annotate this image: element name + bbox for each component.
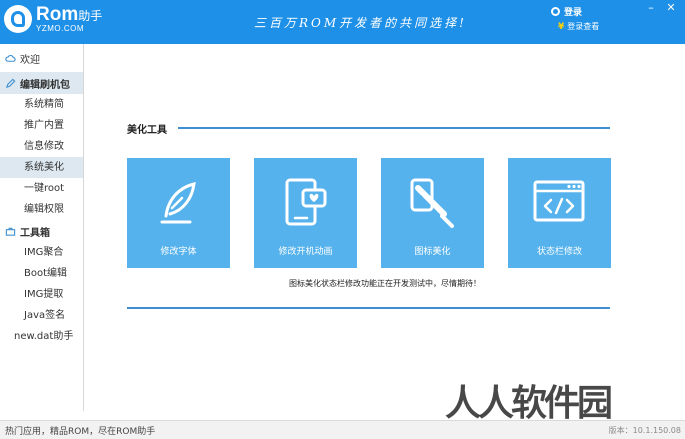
logo-icon <box>4 5 32 33</box>
user-icon <box>551 7 560 16</box>
bottom-divider <box>127 307 610 309</box>
sidebar-item-img-extract[interactable]: IMG提取 <box>0 284 83 305</box>
sidebar-group-edit[interactable]: 编辑刷机包 <box>0 72 83 94</box>
sidebar-item-beautify[interactable]: 系统美化 <box>0 157 83 178</box>
sidebar-item-boot-edit[interactable]: Boot编辑 <box>0 263 83 284</box>
app-logo: Rom助手 YZMO.COM <box>4 5 102 33</box>
toolbox-icon <box>5 227 16 236</box>
tile-icon-beautify[interactable]: 图标美化 <box>381 158 484 268</box>
sidebar-item-java-sign[interactable]: Java签名 <box>0 305 83 326</box>
section-divider <box>178 127 610 129</box>
tile-statusbar-label: 状态栏修改 <box>536 247 582 257</box>
tile-boot-animation-label: 修改开机动画 <box>278 247 333 257</box>
sidebar-item-info[interactable]: 信息修改 <box>0 136 83 157</box>
sidebar-item-permissions[interactable]: 编辑权限 <box>0 199 83 220</box>
tile-statusbar[interactable]: 状态栏修改 <box>508 158 611 268</box>
tile-font-label: 修改字体 <box>160 247 197 257</box>
sidebar-item-newdat[interactable]: new.dat助手 <box>0 326 83 347</box>
sidebar-item-welcome[interactable]: 欢迎 <box>0 44 83 72</box>
feather-icon <box>160 182 196 224</box>
cloud-icon <box>5 54 16 62</box>
sidebar-welcome-label: 欢迎 <box>20 54 40 66</box>
watermark: 人人软件园 <box>445 383 613 424</box>
dev-notice: 图标美化状态栏修改功能正在开发测试中，尽情期待！ <box>289 279 481 288</box>
minimize-button[interactable]: – <box>641 1 661 15</box>
logo-domain: YZMO.COM <box>36 24 84 33</box>
sidebar-item-slim[interactable]: 系统精简 <box>0 94 83 115</box>
sidebar-item-img-merge[interactable]: IMG聚合 <box>0 242 83 263</box>
tile-boot-animation[interactable]: 修改开机动画 <box>254 158 357 268</box>
login-label: 登录 <box>564 8 583 18</box>
slogan: 三百万ROM开发者的共同选择! <box>254 16 467 30</box>
sidebar-item-promo[interactable]: 推广内置 <box>0 115 83 136</box>
logo-name: Rom <box>36 4 79 25</box>
phone-heart-icon <box>285 178 327 226</box>
tile-font[interactable]: 修改字体 <box>127 158 230 268</box>
sidebar: 欢迎 编辑刷机包 系统精简 推广内置 信息修改 系统美化 一键root 编辑权限… <box>0 44 84 411</box>
section-title: 美化工具 <box>127 125 167 136</box>
yen-icon: ¥ <box>558 21 565 32</box>
sidebar-group-tools-label: 工具箱 <box>20 227 50 239</box>
main-panel: 美化工具 修改字体 修改开机动画 图标美化 状态栏修改 图标美化状态栏修改功能正… <box>85 44 685 420</box>
sidebar-group-edit-label: 编辑刷机包 <box>20 79 70 91</box>
title-bar: Rom助手 YZMO.COM 三百万ROM开发者的共同选择! 登录 ¥ 登录查看… <box>0 0 685 44</box>
sidebar-item-root[interactable]: 一键root <box>0 178 83 199</box>
login-button[interactable]: 登录 <box>551 5 582 18</box>
logo-name-suffix: 助手 <box>78 9 103 23</box>
close-button[interactable]: ✕ <box>661 1 681 15</box>
status-text: 热门应用，精品ROM，尽在ROM助手 <box>5 427 156 437</box>
version-label: 版本：10.1.150.08 <box>608 426 681 435</box>
tile-icon-beautify-label: 图标美化 <box>414 247 451 257</box>
sidebar-group-tools[interactable]: 工具箱 <box>0 220 83 242</box>
login-view-link[interactable]: ¥ 登录查看 <box>558 21 599 32</box>
pencil-icon <box>5 78 16 88</box>
code-window-icon <box>533 180 585 222</box>
gift-label: 登录查看 <box>567 22 600 31</box>
brush-icon <box>410 178 454 228</box>
